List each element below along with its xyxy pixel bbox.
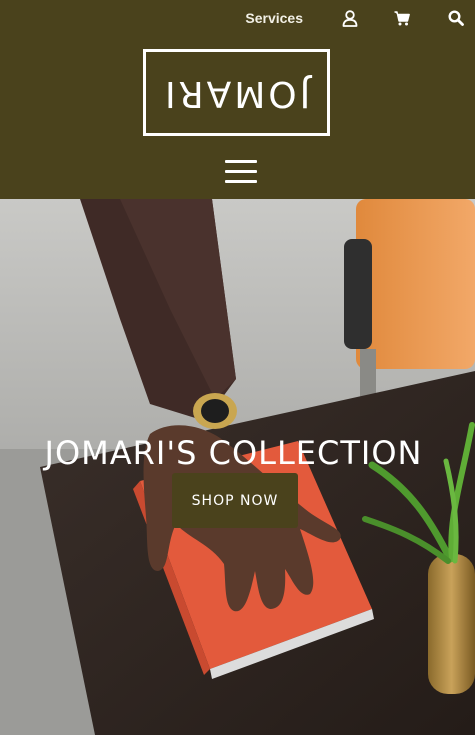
hero-banner: JOMARI'S COLLECTION SHOP NOW — [0, 199, 475, 735]
search-icon[interactable] — [445, 6, 467, 30]
page: Services JOMARI JOMARI'S COLLECTION SHOP… — [0, 0, 475, 735]
logo-text: JOMARI — [162, 72, 311, 114]
hamburger-menu-icon[interactable] — [225, 160, 257, 186]
site-logo[interactable]: JOMARI — [143, 49, 330, 136]
shop-now-button[interactable]: SHOP NOW — [172, 473, 298, 528]
hero-title: JOMARI'S COLLECTION — [44, 434, 423, 473]
top-navigation: Services — [245, 6, 467, 30]
cart-icon[interactable] — [391, 6, 413, 30]
services-link[interactable]: Services — [245, 6, 303, 30]
site-header: Services JOMARI — [0, 0, 475, 199]
user-icon[interactable] — [339, 6, 361, 30]
